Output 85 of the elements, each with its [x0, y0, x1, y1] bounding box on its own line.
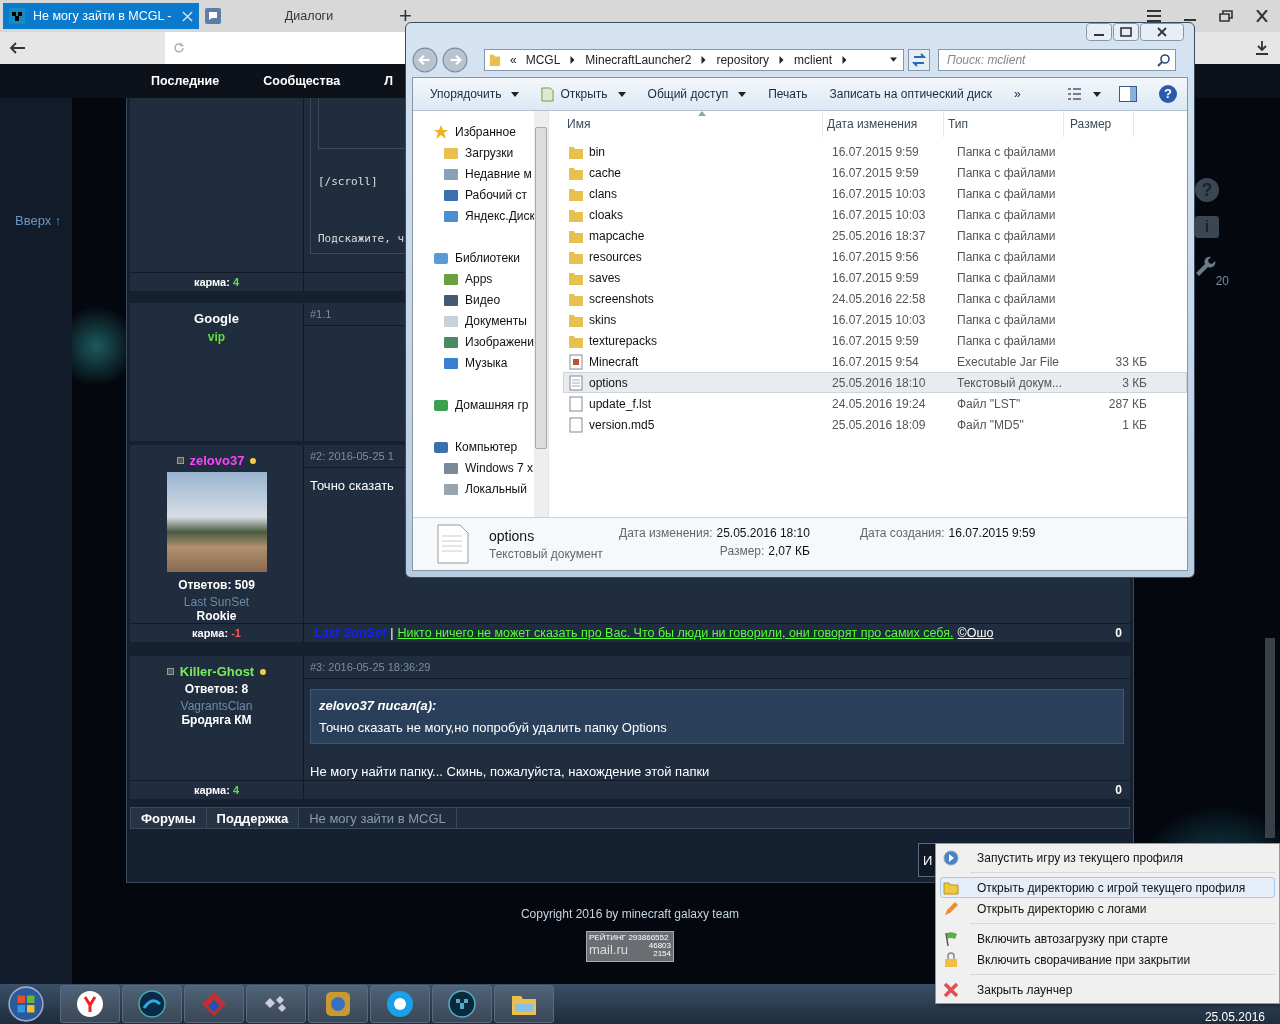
quote-author: zelovo37 писал(а): — [319, 698, 438, 713]
replies-count: 509 — [234, 578, 255, 592]
tools-count: 20 — [1215, 274, 1229, 288]
file-name: screenshots — [589, 291, 654, 306]
file-size: 33 КБ — [1115, 354, 1147, 369]
file-type: Папка с файлами — [956, 249, 1057, 264]
file-type: Папка с файлами — [956, 207, 1057, 222]
file-type: Папка с файлами — [956, 312, 1057, 327]
file-type: Папка с файлами — [956, 144, 1057, 159]
user-group: VagrantsClan — [130, 699, 303, 713]
file-name: saves — [589, 270, 621, 285]
detail-label: Размер: — [719, 544, 765, 560]
file-type: Папка с файлами — [956, 333, 1057, 348]
file-name: texturepacks — [589, 333, 658, 348]
file-date: 16.07.2015 9:59 — [831, 144, 920, 159]
file-name: update_f.lst — [589, 396, 652, 411]
karma-label: карма: — [192, 627, 229, 639]
karma-value: -1 — [231, 627, 241, 639]
karma-value: 4 — [232, 276, 240, 288]
karma-value: 4 — [232, 784, 240, 796]
file-size: 287 КБ — [1108, 396, 1147, 411]
file-name: options — [589, 375, 628, 390]
file-name: options — [489, 527, 536, 544]
file-date: 16.07.2015 9:56 — [831, 249, 920, 264]
detail-value: 2,07 КБ — [768, 544, 810, 560]
file-date: 16.07.2015 9:59 — [831, 333, 920, 348]
counter-title: РЕЙТИНГ — [589, 933, 627, 942]
file-name: version.md5 — [589, 417, 655, 432]
user-title: vip — [206, 330, 227, 344]
replies-label: Ответов: — [184, 682, 239, 696]
file-date: 25.05.2016 18:10 — [831, 375, 927, 390]
file-type: Текстовый документ — [489, 546, 604, 561]
post-rating: 0 — [1115, 783, 1122, 797]
file-date: 16.07.2015 10:03 — [831, 207, 927, 222]
detail-label: Дата создания: — [859, 526, 945, 542]
file-name: clans — [589, 186, 617, 201]
user-group: Last SunSet — [130, 595, 303, 609]
file-name: skins — [589, 312, 617, 327]
counter-number: 293866552 — [628, 933, 669, 942]
post-text: Подскажите, ч — [318, 232, 405, 245]
file-date: 16.07.2015 10:03 — [831, 312, 927, 327]
file-date: 16.07.2015 10:03 — [831, 186, 927, 201]
file-name: mapcache — [589, 228, 645, 243]
file-date: 25.05.2016 18:09 — [831, 417, 927, 432]
file-size: 1 КБ — [1122, 417, 1147, 432]
file-name: cache — [589, 165, 622, 180]
user-rank: Бродяга КМ — [180, 713, 253, 727]
detail-value: 16.07.2015 9:59 — [948, 526, 1036, 542]
replies-label: Ответов: — [178, 578, 232, 592]
post-text: Не могу найти папку... Скинь, пожалуйста, нахождение этой папки — [310, 764, 710, 779]
file-date: 16.07.2015 9:59 — [831, 270, 920, 285]
file-size: 3 КБ — [1122, 375, 1147, 390]
file-type: Executable Jar File — [956, 354, 1061, 369]
replies-count: 8 — [241, 682, 249, 696]
detail-value: 25.05.2016 18:10 — [716, 526, 810, 542]
file-date: 24.05.2016 19:24 — [831, 396, 927, 411]
copyright-text: Copyright 2016 by minecraft galaxy team — [520, 907, 740, 921]
counter-hosts: 2154 — [653, 950, 671, 958]
file-date: 25.05.2016 18:37 — [831, 228, 927, 243]
post-number: #3: 2016-05-25 18:36:29 — [304, 656, 1130, 679]
file-type: Папка с файлами — [956, 186, 1057, 201]
post-rating: 0 — [1115, 626, 1122, 640]
file-name: bin — [589, 144, 605, 159]
file-type: Текстовый докум... — [956, 375, 1063, 390]
quote-text: Точно сказать не могу,но попробуй удалить папку Options — [319, 720, 668, 735]
file-type: Файл "MD5" — [956, 417, 1025, 432]
taskbar-date: 25.05.2016 — [1204, 1011, 1265, 1024]
file-date: 24.05.2016 22:58 — [831, 291, 927, 306]
file-date: 16.07.2015 9:59 — [831, 165, 920, 180]
detail-label: Дата изменения: — [619, 526, 713, 542]
file-name: Minecraft — [589, 354, 639, 369]
post-text: Точно сказать — [310, 478, 394, 493]
file-date: 16.07.2015 9:54 — [831, 354, 920, 369]
file-type: Файл "LST" — [956, 396, 1022, 411]
file-name: cloaks — [589, 207, 623, 222]
user-rank: Rookie — [195, 609, 238, 623]
file-type: Папка с файлами — [956, 228, 1057, 243]
karma-label: карма: — [193, 784, 230, 796]
counter-visits: 46803 — [648, 942, 671, 950]
counter-brand: mail.ru — [589, 942, 628, 958]
karma-label: карма: — [193, 276, 230, 288]
file-type: Папка с файлами — [956, 270, 1057, 285]
file-name: resources — [589, 249, 642, 264]
file-type: Папка с файлами — [956, 291, 1057, 306]
file-type: Папка с файлами — [956, 165, 1057, 180]
